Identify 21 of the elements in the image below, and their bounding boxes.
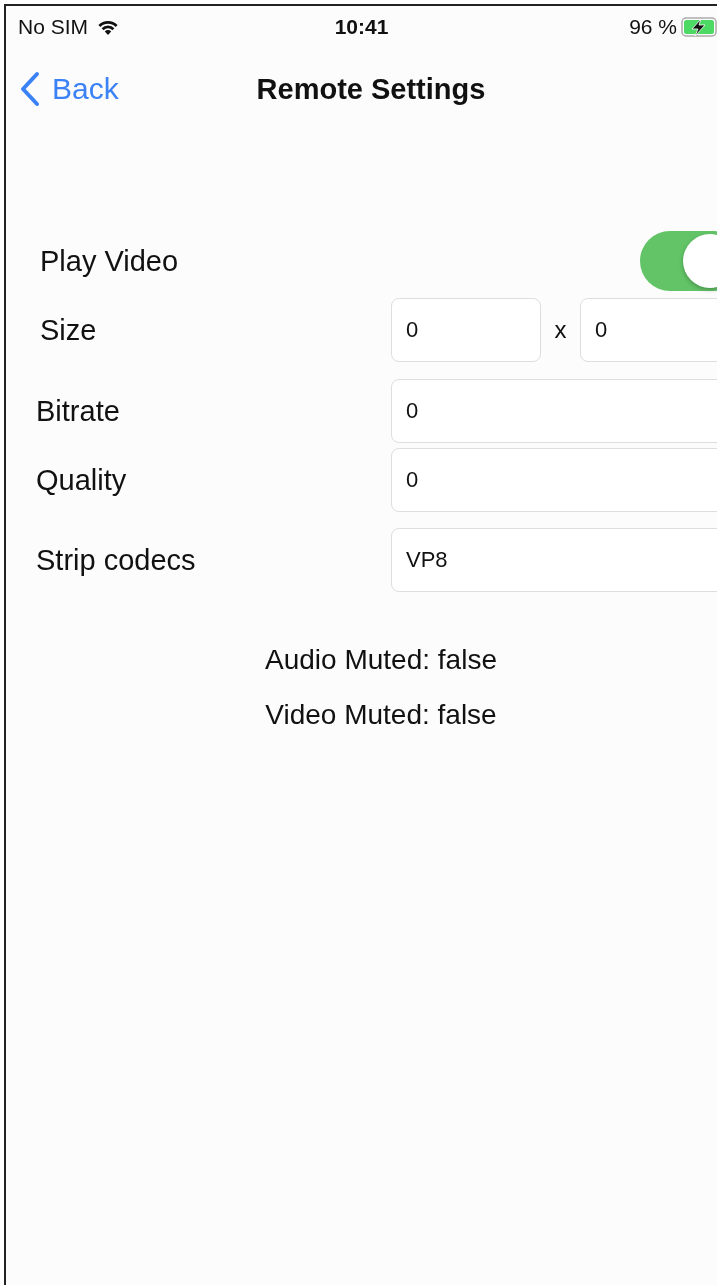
status-text: Audio Muted: false bbox=[265, 643, 497, 677]
setting-label: Size bbox=[39, 313, 98, 347]
text-field[interactable]: 0 bbox=[391, 448, 717, 512]
back-button[interactable]: Back bbox=[6, 71, 119, 107]
setting-label: Bitrate bbox=[35, 394, 121, 428]
setting-label: Play Video bbox=[39, 244, 180, 278]
battery-percentage: 96 % bbox=[629, 15, 677, 39]
chevron-left-icon bbox=[20, 71, 40, 107]
screen-title: Remote Settings bbox=[256, 72, 486, 105]
text-field[interactable]: 0 bbox=[391, 298, 541, 362]
text-field[interactable]: 0 bbox=[580, 298, 717, 362]
toggle-switch[interactable] bbox=[640, 231, 717, 291]
clock-time: 10:41 bbox=[334, 15, 389, 38]
setting-label: Strip codecs bbox=[35, 543, 197, 577]
text-field[interactable]: 0 bbox=[391, 379, 717, 443]
text-field[interactable]: VP8 bbox=[391, 528, 717, 592]
carrier-label: No SIM bbox=[18, 15, 88, 39]
wifi-icon bbox=[96, 18, 120, 36]
times-sign: x bbox=[553, 316, 568, 344]
status-text: Video Muted: false bbox=[265, 698, 497, 732]
setting-label: Quality bbox=[35, 463, 128, 497]
